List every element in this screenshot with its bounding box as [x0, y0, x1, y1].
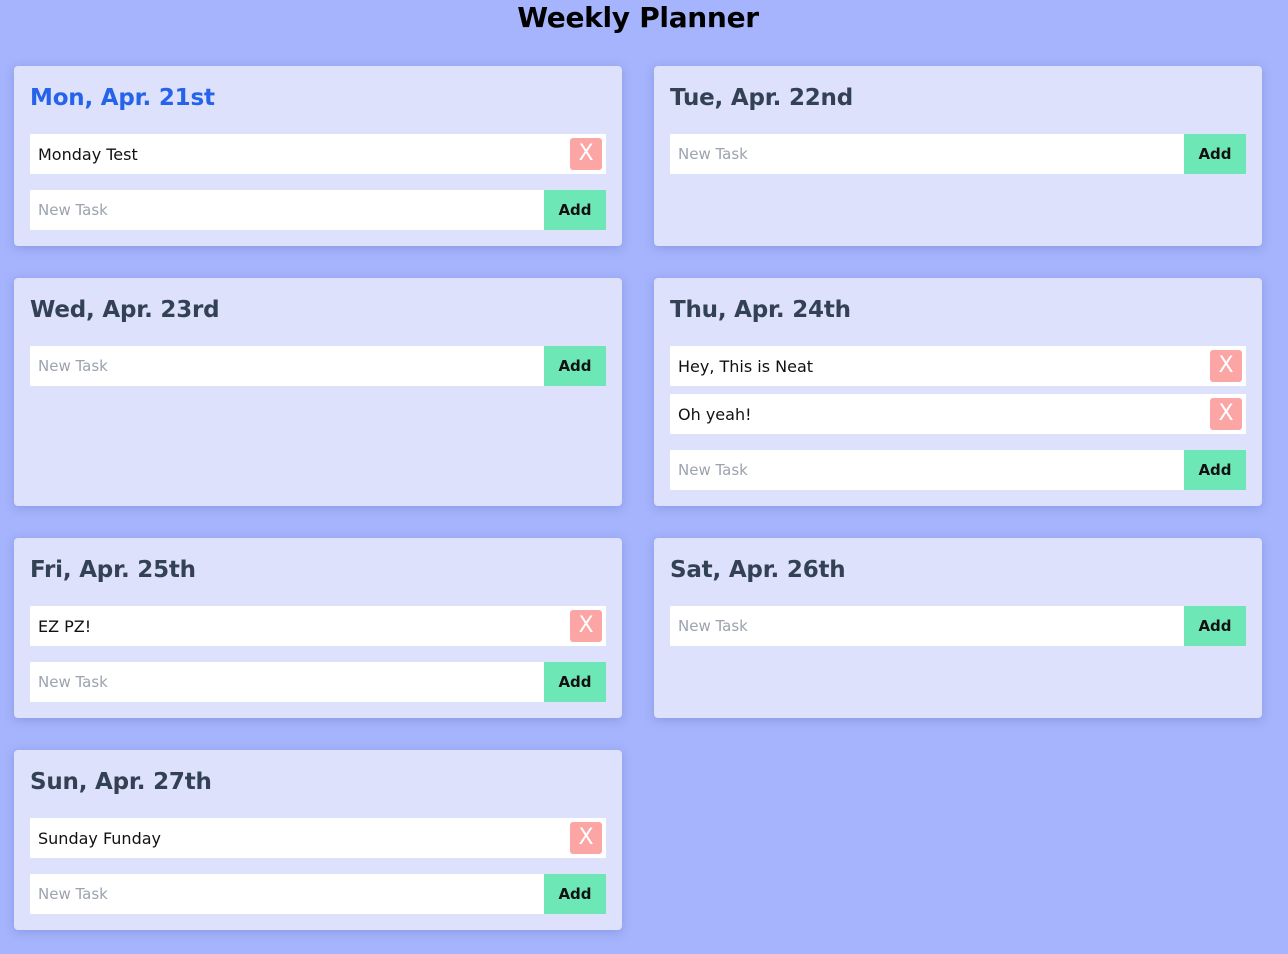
new-task-input[interactable]	[670, 606, 1184, 646]
task-list: Sunday Funday X	[30, 818, 606, 858]
new-task-form: Add	[670, 450, 1246, 490]
add-task-button[interactable]: Add	[544, 346, 606, 386]
task-text: Monday Test	[38, 144, 138, 164]
week-grid: Mon, Apr. 21stMonday TestXAddTue, Apr. 2…	[14, 66, 1262, 930]
add-task-button[interactable]: Add	[1184, 450, 1246, 490]
task-item: Sunday Funday X	[30, 818, 606, 858]
task-item: Monday Test X	[30, 134, 606, 174]
day-card: Sun, Apr. 27th Sunday Funday X Add	[14, 750, 622, 930]
day-card: Mon, Apr. 21st Monday Test X Add	[14, 66, 622, 246]
day-heading: Sat, Apr. 26th	[670, 557, 846, 583]
new-task-input[interactable]	[30, 346, 544, 386]
new-task-form: Add	[670, 134, 1246, 174]
add-task-button[interactable]: Add	[544, 190, 606, 230]
day-heading: Tue, Apr. 22nd	[670, 85, 853, 111]
close-icon: X	[1218, 353, 1234, 378]
day-heading: Mon, Apr. 21st	[30, 85, 215, 111]
task-text: EZ PZ!	[38, 616, 92, 636]
new-task-input[interactable]	[30, 874, 544, 914]
delete-task-button[interactable]: X	[570, 610, 602, 642]
add-task-button[interactable]: Add	[1184, 134, 1246, 174]
task-item: Oh yeah! X	[670, 394, 1246, 434]
day-heading: Sun, Apr. 27th	[30, 769, 212, 795]
day-card: Fri, Apr. 25th EZ PZ! X Add	[14, 538, 622, 718]
new-task-form: Add	[30, 346, 606, 386]
task-list: Hey, This is Neat X Oh yeah! X	[670, 346, 1246, 434]
new-task-input[interactable]	[670, 450, 1184, 490]
new-task-form: Add	[30, 190, 606, 230]
task-text: Oh yeah!	[678, 404, 752, 424]
day-card: Tue, Apr. 22nd Add	[654, 66, 1262, 246]
new-task-form: Add	[670, 606, 1246, 646]
new-task-input[interactable]	[670, 134, 1184, 174]
delete-task-button[interactable]: X	[1210, 398, 1242, 430]
task-text: Hey, This is Neat	[678, 356, 814, 376]
close-icon: X	[1218, 401, 1234, 426]
task-list: Monday Test X	[30, 134, 606, 174]
task-list: EZ PZ! X	[30, 606, 606, 646]
page-title: Weekly Planner	[517, 1, 759, 34]
new-task-input[interactable]	[30, 662, 544, 702]
task-item: Hey, This is Neat X	[670, 346, 1246, 386]
add-task-button[interactable]: Add	[544, 874, 606, 914]
new-task-form: Add	[30, 874, 606, 914]
day-card: Sat, Apr. 26th Add	[654, 538, 1262, 718]
day-heading: Wed, Apr. 23rd	[30, 297, 220, 323]
day-card: Wed, Apr. 23rd Add	[14, 278, 622, 506]
day-heading: Fri, Apr. 25th	[30, 557, 196, 583]
task-text: Sunday Funday	[38, 828, 161, 848]
day-heading: Thu, Apr. 24th	[670, 297, 851, 323]
add-task-button[interactable]: Add	[544, 662, 606, 702]
delete-task-button[interactable]: X	[1210, 350, 1242, 382]
delete-task-button[interactable]: X	[570, 822, 602, 854]
new-task-form: Add	[30, 662, 606, 702]
close-icon: X	[578, 825, 594, 850]
close-icon: X	[578, 141, 594, 166]
task-item: EZ PZ! X	[30, 606, 606, 646]
new-task-input[interactable]	[30, 190, 544, 230]
close-icon: X	[578, 613, 594, 638]
day-card: Thu, Apr. 24th Hey, This is Neat X Oh yeah!…	[654, 278, 1262, 506]
add-task-button[interactable]: Add	[1184, 606, 1246, 646]
delete-task-button[interactable]: X	[570, 138, 602, 170]
